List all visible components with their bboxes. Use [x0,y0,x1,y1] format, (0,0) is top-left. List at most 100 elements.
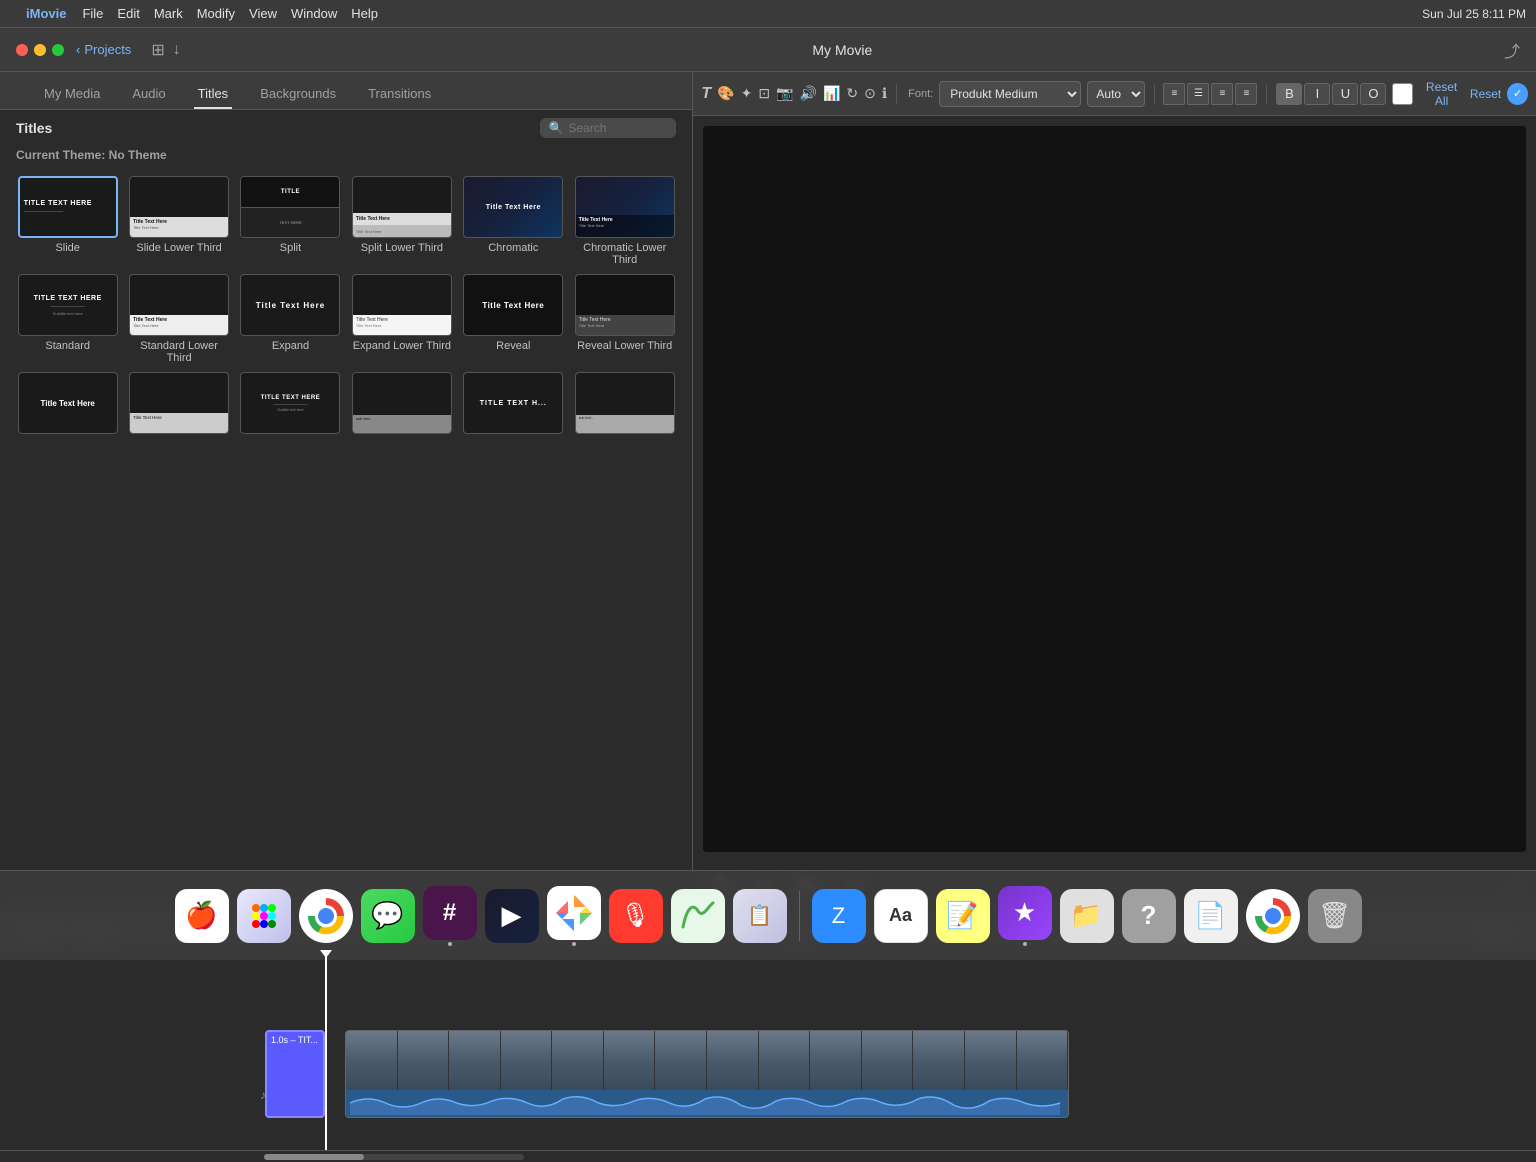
title-item-expand[interactable]: Title Text Here Expand [239,274,342,364]
dock-item-scrobbles[interactable] [671,889,725,943]
title-item-reveal-lt[interactable]: Title Text Here Title Text Here Reveal L… [573,274,676,364]
back-button[interactable]: ‹ Projects [76,42,131,57]
close-button[interactable] [16,44,28,56]
dock-item-chrome[interactable] [299,889,353,943]
maximize-button[interactable] [52,44,64,56]
title-thumb-slide-lt[interactable]: Title Text Here Title Text Here [129,176,229,238]
search-input[interactable] [568,121,668,135]
title-clip[interactable]: 1.0s – TIT... [265,1030,325,1118]
dock-item-slack[interactable]: # [423,886,477,946]
color-swatch[interactable] [1392,83,1413,105]
chart-icon[interactable]: 📊 [823,85,840,102]
color-wheel-icon[interactable]: ⊙ [864,85,876,102]
menu-view[interactable]: View [249,6,277,21]
title-thumb-row3-2[interactable]: Title Text Here [129,372,229,434]
timeline-scrollbar[interactable] [0,1150,1536,1162]
title-thumb-chromatic[interactable]: Title Text Here [463,176,563,238]
title-thumb-standard[interactable]: TITLE TEXT HERE ──────────── Subtitle te… [18,274,118,336]
dock-item-chrome2[interactable] [1246,889,1300,943]
tab-my-media[interactable]: My Media [40,80,104,109]
dock-item-finder[interactable]: 🍎 [175,889,229,943]
title-item-standard-lt[interactable]: Title Text Here Title Text Here Standard… [127,274,230,364]
search-box[interactable]: 🔍 [540,118,676,138]
refresh-icon[interactable]: ↻ [846,85,858,102]
title-thumb-row3-1[interactable]: Title Text Here [18,372,118,434]
dock-item-soundrecorder[interactable]: 🎙 [609,889,663,943]
title-thumb-split[interactable]: TITLE TEXT HERE [240,176,340,238]
menu-file[interactable]: File [82,6,103,21]
outline-button[interactable]: O [1360,83,1386,105]
title-thumb-chromatic-lt[interactable]: Title Text Here Title Text Here [575,176,675,238]
title-thumb-split-lt[interactable]: Title Text Here Title Text Here [352,176,452,238]
share-icon[interactable]: ⤴ [1504,44,1520,61]
title-thumb-row3-5[interactable]: TITLE TEXT H... [463,372,563,434]
title-thumb-row3-6[interactable]: sub text... [575,372,675,434]
audio-icon[interactable]: 🔊 [800,85,817,102]
menu-help[interactable]: Help [351,6,378,21]
title-item-chromatic[interactable]: Title Text Here Chromatic [462,176,565,266]
dock-item-messages[interactable]: 💬 [361,889,415,943]
reset-button[interactable]: Reset [1470,87,1501,101]
title-item-row3-4[interactable]: sub text [350,372,453,438]
dock-item-notes[interactable]: 📝 [936,889,990,943]
confirm-button[interactable]: ✓ [1507,83,1528,105]
reset-all-button[interactable]: Reset All [1419,80,1464,108]
video-clip[interactable] [345,1030,1069,1118]
title-thumb-row3-4[interactable]: sub text [352,372,452,434]
dock-item-preview[interactable]: 📄 [1184,889,1238,943]
dock-item-zoom[interactable]: Z [812,889,866,943]
title-item-row3-6[interactable]: sub text... [573,372,676,438]
title-item-row3-2[interactable]: Title Text Here [127,372,230,438]
crop-icon[interactable]: ⊡ [758,85,770,102]
size-selector[interactable]: Auto [1087,81,1144,107]
tab-audio[interactable]: Audio [128,80,169,109]
dock-item-trash[interactable]: 🗑 [1308,889,1362,943]
dock-item-dictionary[interactable]: Aa [874,889,928,943]
menu-modify[interactable]: Modify [197,6,235,21]
tab-backgrounds[interactable]: Backgrounds [256,80,340,109]
playhead[interactable] [325,950,327,1150]
title-thumb-expand-lt[interactable]: Title Text Here Title Text Here [352,274,452,336]
dock-item-tv[interactable]: ▶ [485,889,539,943]
align-left-button[interactable]: ≡ [1163,83,1185,105]
title-item-row3-3[interactable]: TITLE TEXT HERE ──────────── Subtitle te… [239,372,342,438]
align-justify-button[interactable]: ≡ [1235,83,1257,105]
app-name[interactable]: iMovie [26,6,66,21]
title-item-split[interactable]: TITLE TEXT HERE Split [239,176,342,266]
title-thumb-reveal[interactable]: Title Text Here [463,274,563,336]
title-item-split-lt[interactable]: Title Text Here Title Text Here Split Lo… [350,176,453,266]
effects-icon[interactable]: ✦ [741,85,753,102]
menu-edit[interactable]: Edit [117,6,139,21]
dock-item-finder-files[interactable]: 📁 [1060,889,1114,943]
menu-window[interactable]: Window [291,6,337,21]
align-right-button[interactable]: ≡ [1211,83,1233,105]
title-item-chromatic-lt[interactable]: Title Text Here Title Text Here Chromati… [573,176,676,266]
dock-item-imovie[interactable]: ★ [998,886,1052,946]
text-format-icon[interactable]: T [701,85,711,103]
dock-item-launchpad[interactable] [237,889,291,943]
dock-item-photos[interactable] [547,886,601,946]
title-item-expand-lt[interactable]: Title Text Here Title Text Here Expand L… [350,274,453,364]
title-item-standard[interactable]: TITLE TEXT HERE ──────────── Subtitle te… [16,274,119,364]
title-thumb-standard-lt[interactable]: Title Text Here Title Text Here [129,274,229,336]
title-item-slide-lt[interactable]: Title Text Here Title Text Here Slide Lo… [127,176,230,266]
scrollbar-thumb[interactable] [264,1154,364,1160]
title-thumb-reveal-lt[interactable]: Title Text Here Title Text Here [575,274,675,336]
camera-icon[interactable]: 📷 [776,85,793,102]
tab-transitions[interactable]: Transitions [364,80,435,109]
align-center-button[interactable]: ☰ [1187,83,1209,105]
download-icon[interactable]: ↓ [173,41,181,59]
font-selector[interactable]: Produkt Medium [939,81,1081,107]
minimize-button[interactable] [34,44,46,56]
underline-button[interactable]: U [1332,83,1358,105]
dock-item-presentation[interactable]: 📋 [733,889,787,943]
title-thumb-slide[interactable]: TITLE TEXT HERE ────────────── [18,176,118,238]
title-thumb-expand[interactable]: Title Text Here [240,274,340,336]
color-palette-icon[interactable]: 🎨 [717,85,734,102]
title-item-row3-5[interactable]: TITLE TEXT H... [462,372,565,438]
grid-view-icon[interactable]: ⊞ [151,40,164,60]
title-item-slide[interactable]: TITLE TEXT HERE ────────────── Slide [16,176,119,266]
menu-mark[interactable]: Mark [154,6,183,21]
info-icon[interactable]: ℹ [882,85,887,102]
bold-button[interactable]: B [1276,83,1302,105]
